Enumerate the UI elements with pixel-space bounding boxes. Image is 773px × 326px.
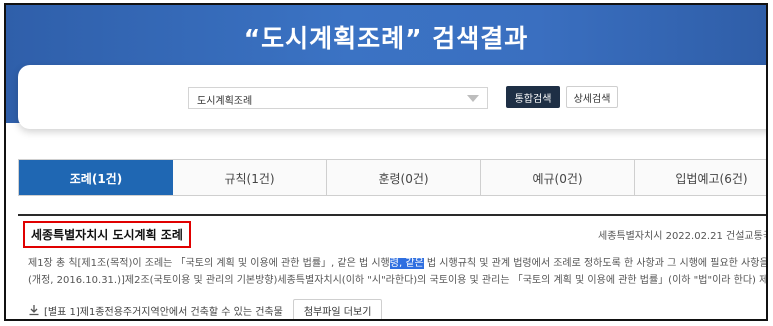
snippet-text: 법 시행규칙 및 관계 법령에서 조례로 정하도록 한 사항과 그 시행에 필요… [426,258,768,269]
tab-directive[interactable]: 훈령(0건) [327,160,481,196]
search-select-value: 도시계획조례 [197,96,253,107]
chevron-down-icon [467,95,479,102]
tab-legislative-notice[interactable]: 입법예고(6건) [635,160,766,196]
result-snippet-line-1: 제1장 총 칙[제1조(목적)이 조례는 「국토의 계획 및 이용에 관한 법률… [28,254,768,269]
search-panel: 도시계획조례 통합검색 상세검색 [18,65,766,129]
tab-ordinance[interactable]: 조례(1건) [19,160,173,196]
attachment-more-button[interactable]: 첨부파일 더보기 [292,299,383,319]
category-tabs: 조례(1건) 규칙(1건) 훈령(0건) 예규(0건) 입법예고(6건) [18,159,766,196]
tab-guideline[interactable]: 예규(0건) [481,160,635,196]
tab-rule[interactable]: 규칙(1건) [173,160,327,196]
integrated-search-button[interactable]: 통합검색 [506,86,560,108]
results-divider [18,214,766,216]
snippet-text: 제1장 총 칙[제1조(목적)이 조례는 「국토의 계획 및 이용에 관한 법률… [28,258,390,269]
result-title-link[interactable]: 세종특별자치시 도시계획 조례 [23,221,191,248]
tabs-divider [18,195,766,196]
attachment-row: [별표 1]제1종전용주거지역안에서 건축할 수 있는 건축물 첨부파일 더보기 [28,299,383,319]
result-meta: 세종특별자치시 2022.02.21 건설교통국 도시 [598,231,768,242]
download-icon [29,305,39,316]
detail-search-button[interactable]: 상세검색 [566,86,618,108]
page-title: “도시계획조례” 검색결과 [243,24,529,53]
attachment-link[interactable]: [별표 1]제1종전용주거지역안에서 건축할 수 있는 건축물 [44,303,283,318]
page-frame: “도시계획조례” 검색결과 도시계획조례 통합검색 상세검색 조례(1건) 규칙… [4,3,768,321]
search-select[interactable]: 도시계획조례 [188,87,488,109]
result-snippet-line-2: (개정, 2016.10.31.)]제2조(국토이용 및 관리의 기본방향)세종… [28,275,768,286]
search-highlight: 령, 같은 [389,258,424,269]
